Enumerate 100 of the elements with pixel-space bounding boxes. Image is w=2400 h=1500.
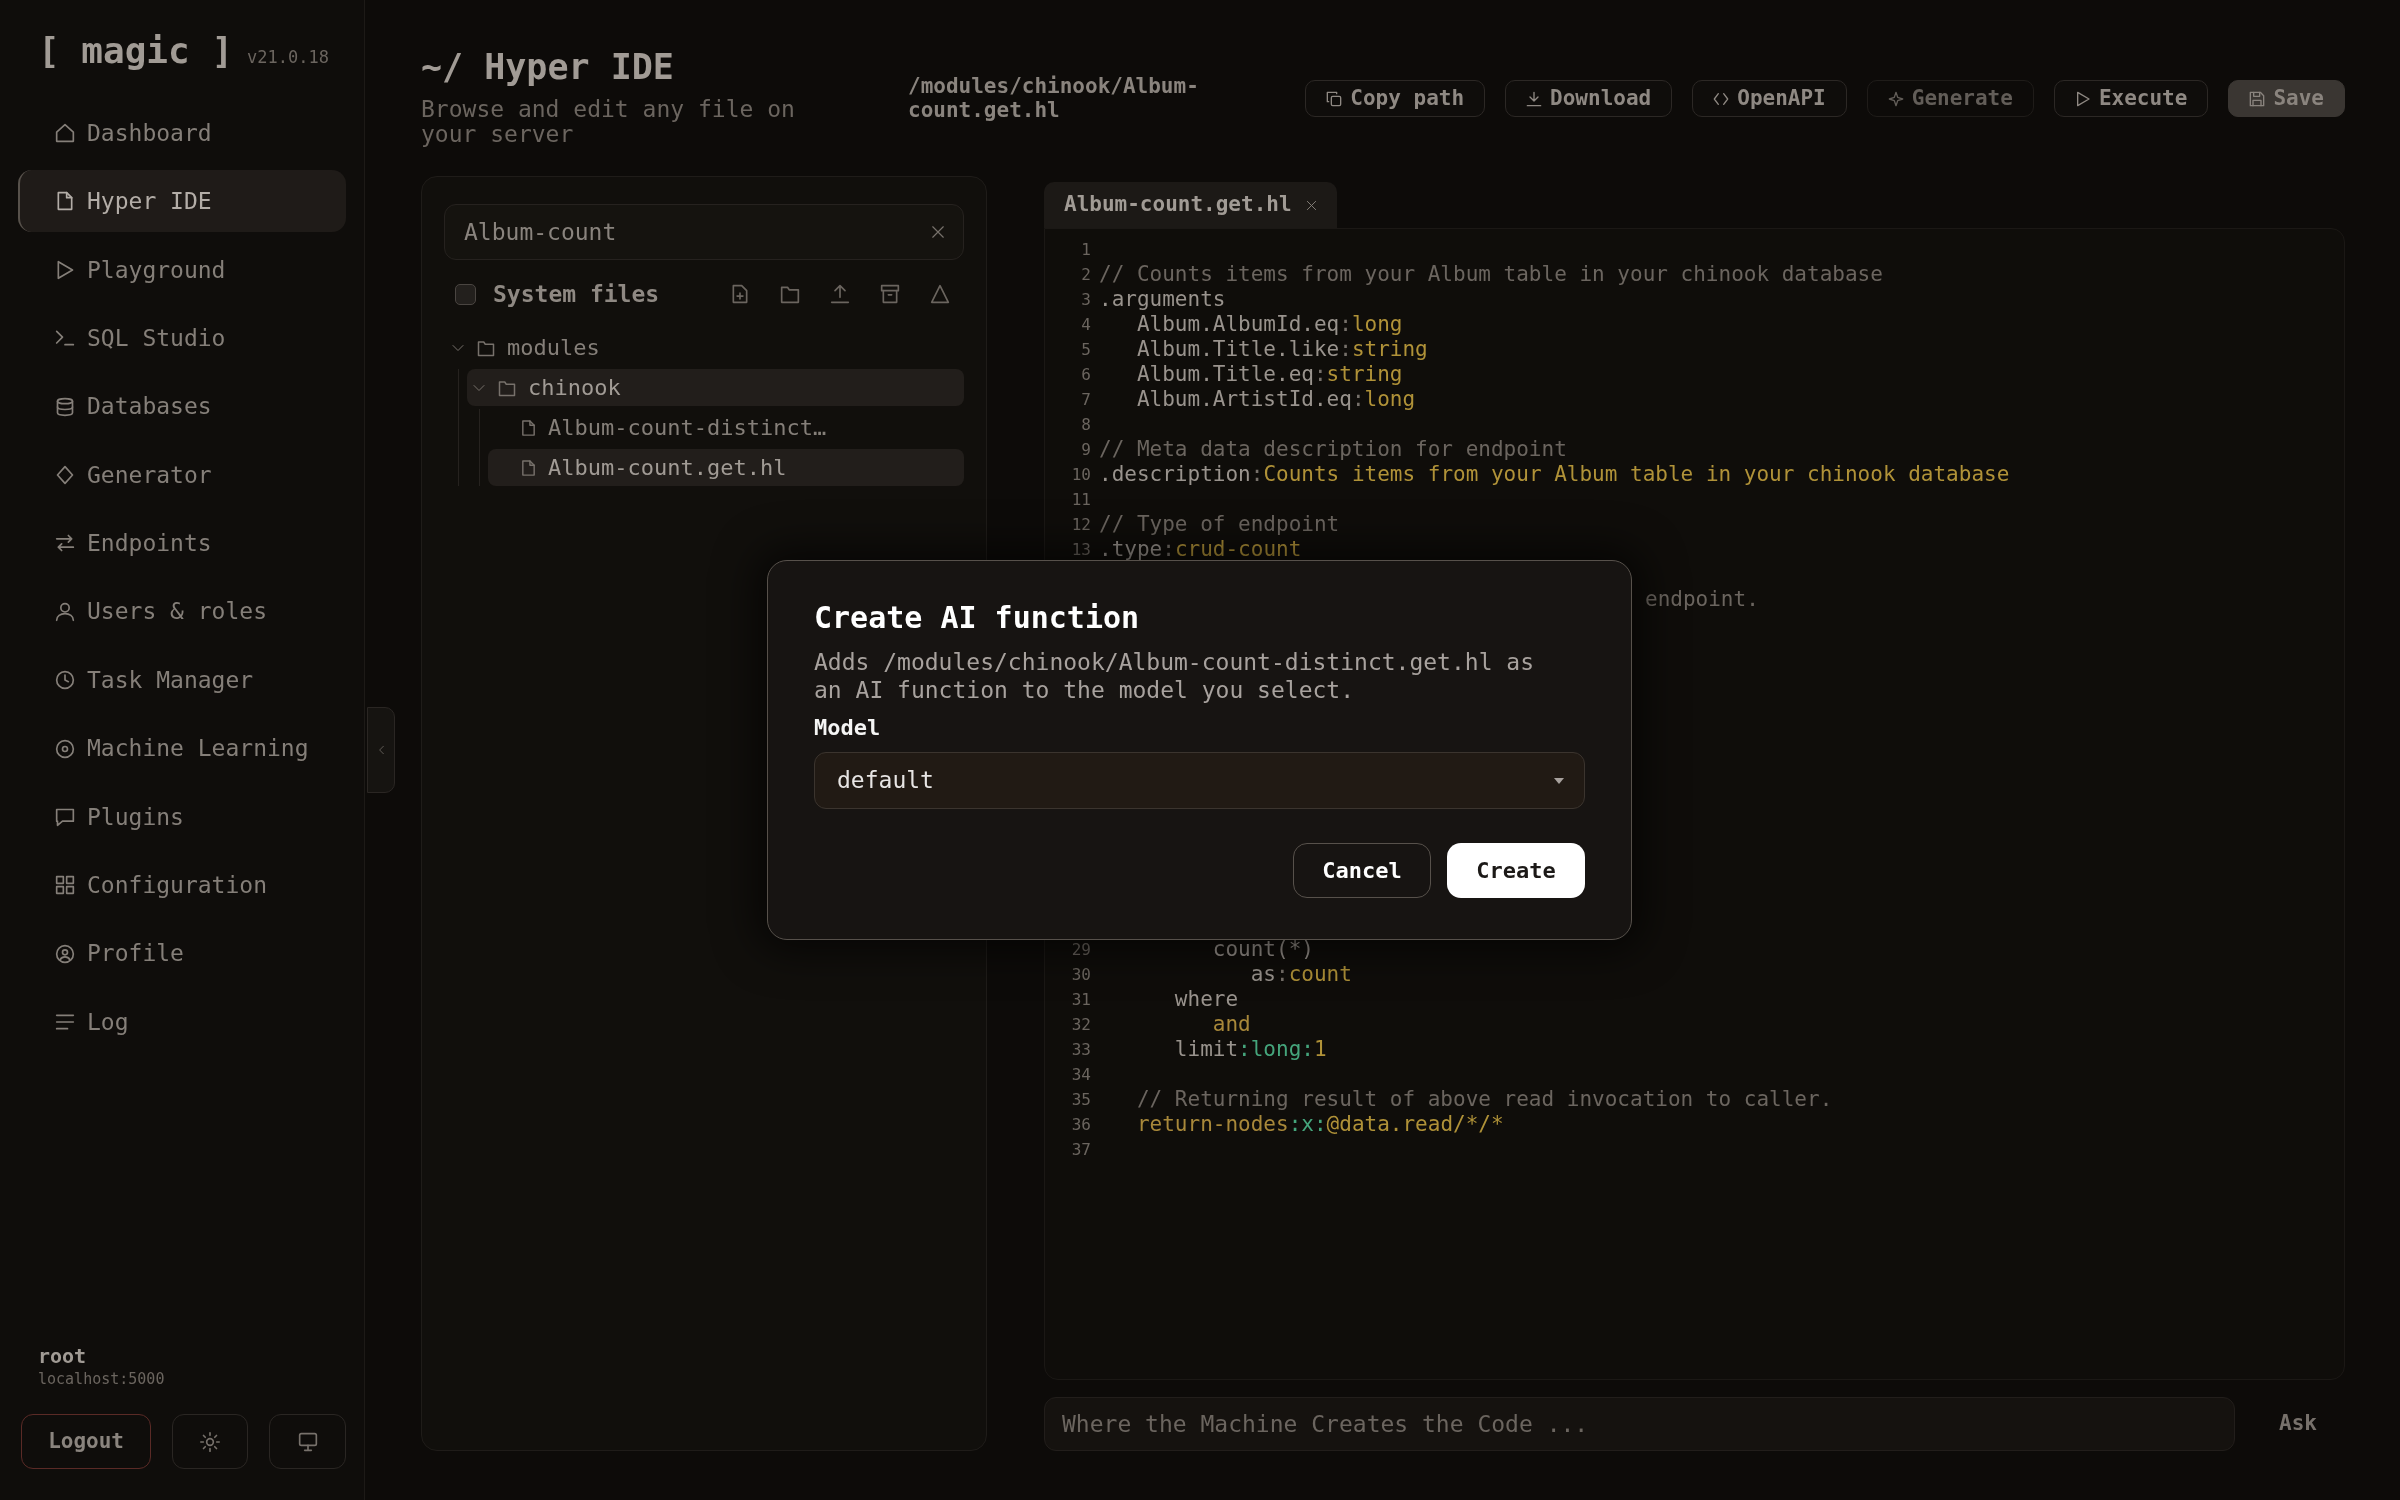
line-number: 9 [1080,438,1091,461]
tree-item[interactable]: Album-count-distinct… [488,409,964,446]
field-label: Model [814,714,882,742]
sparkle-icon [1887,90,1904,107]
folder-icon [497,378,517,397]
code-line: // Counts items from your Album table in your chinook database [1099,262,1883,287]
diamond-icon [55,464,75,485]
close-icon[interactable] [1305,199,1317,211]
file-icon [520,457,537,478]
tree-item[interactable]: modules [446,329,964,366]
line-number: 5 [1080,338,1091,361]
nav-link[interactable]: Playground [18,238,346,301]
cancel-button[interactable]: Cancel [1293,843,1431,898]
page-title: ~/ Hyper IDE [421,46,675,89]
line-number: 33 [1070,1038,1091,1061]
caret-icon [1554,777,1564,784]
target-icon [55,738,75,759]
line-number: 36 [1070,1113,1091,1136]
code-line: and [1211,1012,1251,1037]
toolbar-button[interactable]: Download [1505,80,1673,117]
nav-link[interactable]: Plugins [18,785,346,848]
ask-button[interactable]: Ask [2257,1397,2339,1451]
version-label: v21.0.18 [247,46,329,69]
tree-item[interactable]: chinook [467,369,964,406]
code-line: .arguments [1099,287,1226,312]
line-number: 13 [1070,538,1091,561]
save-icon [2249,90,2266,107]
folder-icon [476,338,496,357]
dialog-title: Create AI function [814,600,1141,636]
user-icon [55,601,75,622]
triangle-icon[interactable] [930,284,950,304]
file-icon [520,417,537,438]
play-icon [2074,90,2091,107]
upload-icon[interactable] [830,284,850,304]
code-line: Album.Title.like:string [1135,337,1428,362]
home-icon [55,123,75,143]
code-line: as:count [1249,962,1352,987]
toolbar-button[interactable]: Copy path [1305,80,1486,117]
nav-link[interactable]: Hyper IDE [18,170,346,233]
theme-button[interactable] [172,1414,249,1469]
line-number: 4 [1080,313,1091,336]
line-number: 6 [1080,363,1091,386]
nav-link[interactable]: Configuration [18,854,346,917]
line-number: 29 [1070,938,1091,961]
display-button[interactable] [269,1414,346,1469]
nav-link[interactable]: SQL Studio [18,307,346,370]
nav-link[interactable]: Log [18,991,346,1054]
prompt-field[interactable]: Where the Machine Creates the Code ... [1044,1397,2235,1451]
grid-icon [55,875,75,896]
folder-icon[interactable] [780,284,800,304]
code-line: Album.ArtistId.eq:long [1135,387,1416,412]
code-line: Album.AlbumId.eq:long [1135,312,1403,337]
file-plus-icon[interactable] [730,284,750,304]
list-icon [55,1012,75,1033]
clock-icon [55,670,75,691]
nav-link[interactable]: Profile [18,922,346,985]
line-number: 30 [1070,963,1091,986]
nav-link[interactable]: Dashboard [18,102,346,164]
archive-icon[interactable] [880,284,900,304]
nav-link[interactable]: Task Manager [18,649,346,712]
code-line: .type:crud-count [1099,537,1302,562]
code-line: where [1173,987,1239,1012]
nav-link[interactable]: Users & roles [18,580,346,643]
code-line: limit:long:1 [1173,1037,1327,1062]
line-number: 34 [1070,1063,1091,1086]
model-select[interactable]: default [814,752,1585,809]
sun-icon [200,1431,221,1452]
line-number: 8 [1080,413,1091,436]
page-subtitle: Browse and edit any file on your server [421,97,796,147]
toolbar-button[interactable]: Execute [2053,80,2209,117]
play-icon [55,259,75,280]
logo: [ magic ] [38,30,234,72]
collapse-handle[interactable] [367,707,395,793]
line-number: 10 [1070,463,1091,486]
code-line: endpoint. [1645,587,1759,612]
nav-link[interactable]: Endpoints [18,512,346,575]
toolbar-button[interactable]: OpenAPI [1692,80,1847,117]
checkbox[interactable] [455,283,476,305]
username-label: root [37,1344,88,1368]
host-label: localhost:5000 [37,1369,166,1390]
nav-link[interactable]: Generator [18,443,346,506]
nav-link[interactable]: Databases [18,375,346,438]
file-icon [55,191,75,212]
monitor-icon [297,1431,318,1452]
logout-button[interactable]: Logout [21,1414,152,1469]
close-icon[interactable] [931,225,945,239]
editor-tab[interactable]: Album-count.get.hl [1044,182,1337,228]
create-button[interactable]: Create [1447,843,1585,898]
line-number: 1 [1080,238,1091,261]
code-line: count(*) [1211,937,1314,962]
code-line: .description:Counts items from your Album table in your chinook database [1099,462,2010,487]
file-path: /modules/chinook/Album-count.get.hl [908,74,1200,122]
line-number: 32 [1070,1013,1091,1036]
tree-item[interactable]: Album-count.get.hl [488,449,964,486]
copy-icon [1326,90,1343,107]
line-number: 7 [1080,388,1091,411]
nav-link[interactable]: Machine Learning [18,717,346,780]
line-number: 2 [1080,263,1091,286]
search-field[interactable]: Album-count [444,204,964,260]
line-number: 35 [1070,1088,1091,1111]
